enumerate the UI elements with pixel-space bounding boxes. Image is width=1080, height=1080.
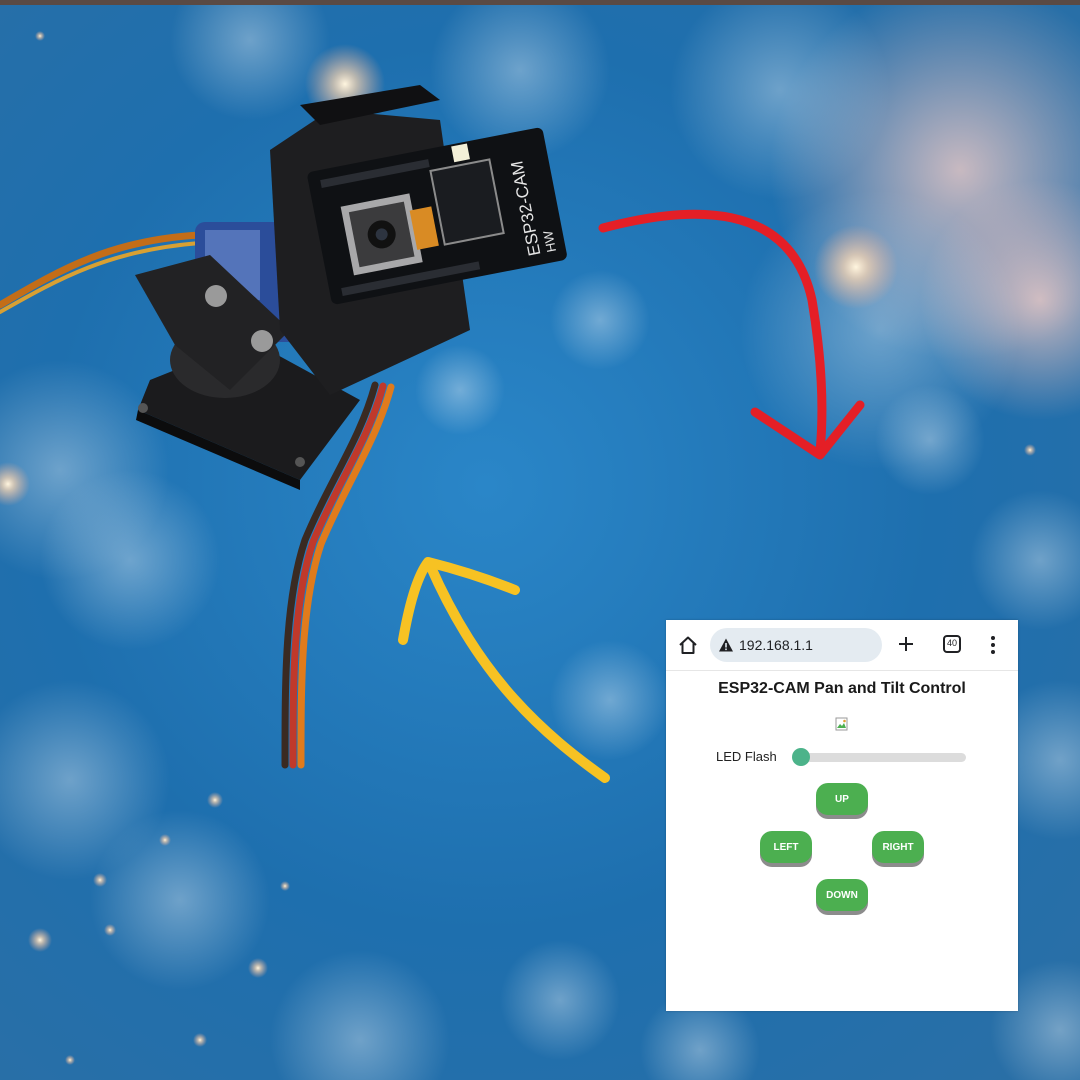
led-flash-slider-thumb[interactable] — [792, 748, 810, 766]
not-secure-warning-icon[interactable] — [718, 637, 734, 653]
up-button[interactable]: UP — [816, 783, 868, 815]
top-edge-bar — [0, 0, 1080, 5]
address-bar[interactable]: 192.168.1.1 — [710, 628, 882, 662]
home-icon[interactable] — [677, 634, 699, 656]
tab-count: 40 — [946, 638, 957, 648]
down-button[interactable]: DOWN — [816, 879, 868, 911]
led-flash-label: LED Flash — [716, 749, 777, 764]
url-text: 192.168.1.1 — [739, 637, 813, 653]
right-button[interactable]: RIGHT — [872, 831, 924, 863]
tab-switcher-icon[interactable]: 40 — [942, 634, 962, 654]
left-button[interactable]: LEFT — [760, 831, 812, 863]
browser-toolbar: 192.168.1.1 40 — [666, 620, 1018, 671]
broken-image-icon — [835, 717, 848, 731]
led-flash-slider[interactable] — [792, 748, 966, 766]
phone-browser-screenshot: 192.168.1.1 40 ESP32-CAM Pan and Tilt Co… — [666, 620, 1018, 1011]
new-tab-plus-icon[interactable] — [896, 634, 916, 654]
page-title: ESP32-CAM Pan and Tilt Control — [718, 680, 966, 697]
overflow-menu-icon[interactable] — [989, 634, 997, 656]
